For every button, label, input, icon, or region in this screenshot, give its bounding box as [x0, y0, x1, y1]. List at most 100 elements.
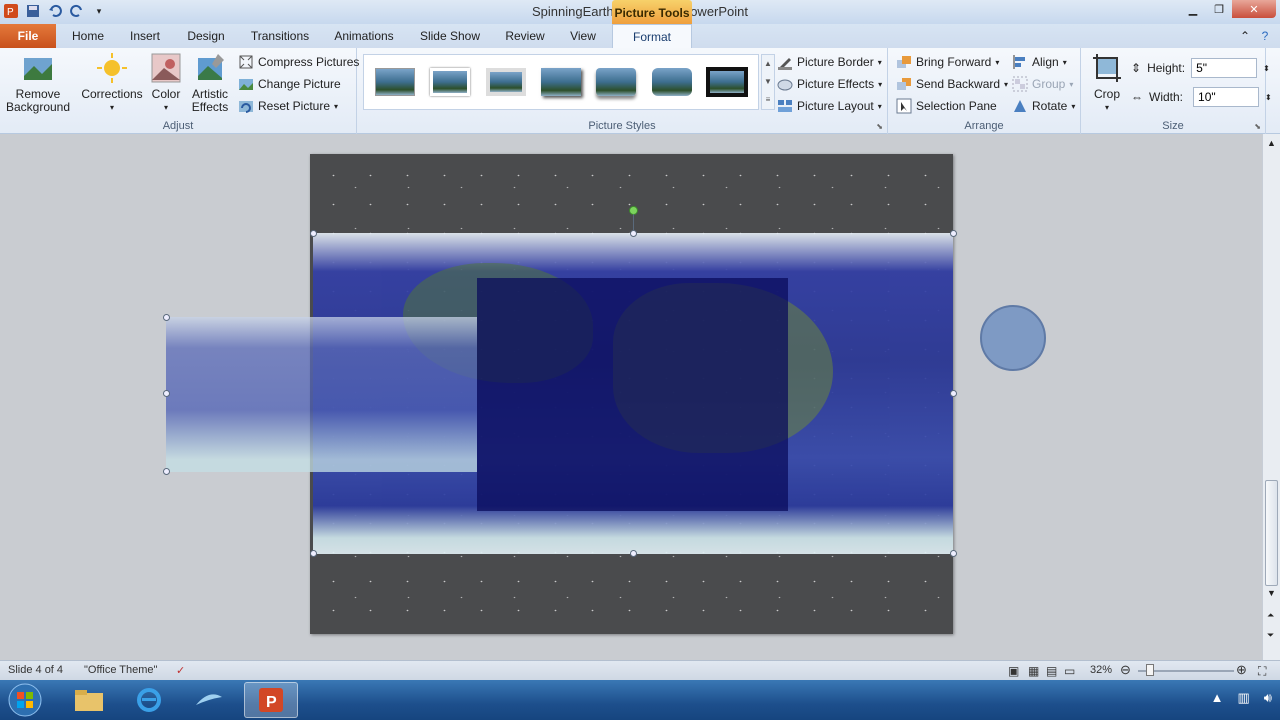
world-map-image-overlay[interactable]	[477, 278, 788, 511]
window-controls: ▁ ❐ ✕	[1180, 0, 1276, 18]
style-thumbnail[interactable]	[592, 62, 641, 102]
resize-handle[interactable]	[163, 314, 170, 321]
group-button[interactable]: Group ▾	[1012, 74, 1073, 94]
network-icon[interactable]: ▥	[1238, 690, 1250, 706]
picture-effects-icon	[777, 76, 793, 92]
reading-view-icon[interactable]: ▤	[1046, 664, 1057, 678]
resize-handle[interactable]	[630, 230, 637, 237]
tab-format[interactable]: Format	[612, 24, 692, 48]
style-thumbnail[interactable]	[481, 62, 530, 102]
resize-handle[interactable]	[163, 390, 170, 397]
change-picture-button[interactable]: Change Picture	[238, 74, 341, 94]
corrections-button[interactable]: Corrections ▾	[80, 52, 144, 114]
style-thumbnail[interactable]	[370, 62, 419, 102]
resize-handle[interactable]	[310, 230, 317, 237]
spell-check-icon[interactable]: ✓	[176, 664, 185, 677]
theme-name[interactable]: "Office Theme"	[84, 664, 157, 676]
compress-icon	[238, 54, 254, 70]
dialog-launcher-icon[interactable]: ⬊	[876, 122, 883, 131]
send-backward-button[interactable]: Send Backward ▾	[896, 74, 1008, 94]
resize-handle[interactable]	[950, 550, 957, 557]
powerpoint-icon: P	[259, 688, 283, 712]
scroll-up-icon[interactable]: ▲	[1267, 138, 1276, 148]
crop-button[interactable]: Crop ▾	[1087, 52, 1127, 114]
vertical-scrollbar[interactable]: ▲ ▼ ⏶ ⏷	[1262, 134, 1280, 660]
world-map-image-copy[interactable]	[166, 317, 477, 472]
scroll-thumb[interactable]	[1265, 480, 1278, 586]
artistic-effects-button[interactable]: Artistic Effects	[186, 52, 234, 114]
volume-icon[interactable]: 🔊︎	[1264, 690, 1272, 706]
tab-home[interactable]: Home	[64, 24, 112, 48]
compress-pictures-button[interactable]: Compress Pictures	[238, 52, 359, 72]
selection-pane-icon	[896, 98, 912, 114]
fit-to-window-icon[interactable]: ⛶	[1258, 664, 1266, 679]
picture-layout-button[interactable]: Picture Layout ▾	[777, 96, 882, 116]
tab-transitions[interactable]: Transitions	[244, 24, 316, 48]
resize-handle[interactable]	[310, 550, 317, 557]
gallery-more-icon[interactable]: ≡	[762, 91, 774, 109]
resize-handle[interactable]	[950, 390, 957, 397]
zoom-slider-thumb[interactable]	[1146, 664, 1154, 676]
style-thumbnail-selected[interactable]	[703, 62, 752, 102]
taskbar-internet-explorer[interactable]	[122, 682, 176, 718]
selection-pane-button[interactable]: Selection Pane	[896, 96, 997, 116]
reset-picture-button[interactable]: Reset Picture ▾	[238, 96, 338, 116]
taskbar-explorer[interactable]	[62, 682, 116, 718]
maximize-icon[interactable]: ❐	[1206, 0, 1232, 18]
tab-insert[interactable]: Insert	[120, 24, 170, 48]
size-group-label: Size	[1162, 120, 1184, 132]
zoom-in-icon[interactable]: ⊕	[1236, 662, 1247, 678]
minimize-icon[interactable]: ▁	[1180, 0, 1206, 18]
tab-view[interactable]: View	[560, 24, 606, 48]
height-spinner-icon[interactable]: ⬍	[1263, 64, 1270, 73]
style-thumbnail[interactable]	[647, 62, 696, 102]
style-thumbnail[interactable]	[536, 62, 585, 102]
align-button[interactable]: Align ▾	[1012, 52, 1067, 72]
close-icon[interactable]: ✕	[1232, 0, 1276, 18]
picture-layout-icon	[777, 98, 793, 114]
arrange-group-label: Arrange	[964, 120, 1004, 132]
tab-review[interactable]: Review	[498, 24, 552, 48]
style-thumbnail[interactable]	[425, 62, 474, 102]
slide-show-icon[interactable]: ▭	[1064, 664, 1075, 678]
tab-slide-show[interactable]: Slide Show	[410, 24, 490, 48]
minimize-ribbon-icon[interactable]: ⌃	[1236, 24, 1254, 48]
height-input[interactable]	[1191, 58, 1258, 78]
tray-arrow-icon[interactable]: ▲	[1211, 690, 1224, 706]
next-slide-icon[interactable]: ⏷	[1267, 630, 1274, 641]
zoom-level[interactable]: 32%	[1090, 664, 1112, 676]
tab-animations[interactable]: Animations	[326, 24, 402, 48]
gallery-scroll[interactable]: ▲ ▼ ≡	[761, 54, 775, 110]
gallery-up-icon[interactable]: ▲	[762, 55, 774, 73]
taskbar-app[interactable]	[182, 682, 236, 718]
normal-view-icon[interactable]: ▣	[1008, 664, 1019, 678]
windows-logo-icon	[8, 683, 42, 717]
size-dialog-launcher-icon[interactable]: ⬊	[1254, 122, 1261, 131]
width-input[interactable]	[1193, 87, 1260, 107]
previous-slide-icon[interactable]: ⏶	[1267, 610, 1274, 621]
start-button[interactable]	[4, 680, 46, 720]
slide-sorter-icon[interactable]: ▦	[1028, 664, 1039, 678]
help-icon[interactable]: ?	[1256, 24, 1274, 48]
remove-background-button[interactable]: Remove Background	[4, 52, 72, 114]
resize-handle[interactable]	[950, 230, 957, 237]
gallery-down-icon[interactable]: ▼	[762, 73, 774, 91]
picture-border-button[interactable]: Picture Border ▾	[777, 52, 882, 72]
circle-shape[interactable]	[980, 305, 1046, 371]
resize-handle[interactable]	[163, 468, 170, 475]
taskbar-powerpoint[interactable]: P	[244, 682, 298, 718]
color-button[interactable]: Color ▾	[146, 52, 186, 114]
artistic-effects-icon	[194, 52, 226, 84]
tab-design[interactable]: Design	[178, 24, 234, 48]
width-spinner-icon[interactable]: ⬍	[1265, 93, 1272, 102]
color-icon	[150, 52, 182, 84]
scroll-down-icon[interactable]: ▼	[1267, 588, 1276, 598]
bring-forward-button[interactable]: Bring Forward ▾	[896, 52, 999, 72]
tab-file[interactable]: File	[0, 24, 56, 48]
rotate-button[interactable]: Rotate ▾	[1012, 96, 1075, 116]
picture-effects-button[interactable]: Picture Effects ▾	[777, 74, 882, 94]
picture-styles-gallery	[363, 54, 759, 110]
zoom-out-icon[interactable]: ⊖	[1120, 662, 1131, 678]
resize-handle[interactable]	[630, 550, 637, 557]
picture-styles-group: ▲ ▼ ≡ Picture Border ▾ Picture Effects ▾ Pic…	[357, 48, 888, 134]
